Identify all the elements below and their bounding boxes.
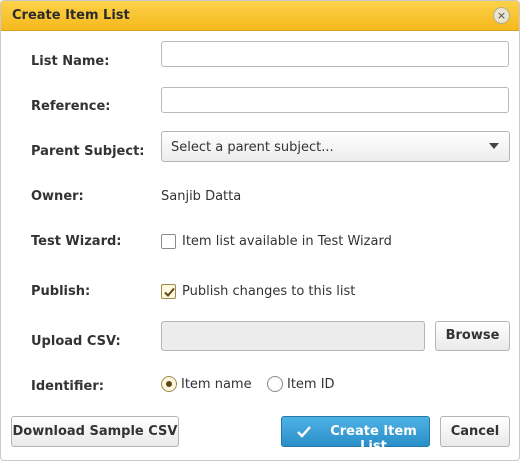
radio-selected-dot — [166, 381, 172, 387]
check-icon — [297, 426, 311, 438]
list-name-label: List Name: — [31, 54, 110, 69]
test-wizard-checkbox[interactable] — [161, 234, 176, 249]
create-item-list-dialog: Create Item List × List Name: Reference:… — [0, 0, 520, 461]
publish-label: Publish: — [31, 284, 91, 299]
parent-subject-select[interactable]: Select a parent subject... — [161, 131, 510, 162]
chevron-down-icon — [489, 143, 499, 149]
owner-label: Owner: — [31, 189, 84, 204]
dialog-title: Create Item List — [12, 8, 130, 23]
check-icon — [164, 287, 175, 297]
reference-label: Reference: — [31, 99, 111, 114]
identifier-item-name-radio[interactable] — [161, 376, 177, 392]
test-wizard-label: Test Wizard: — [31, 234, 122, 249]
publish-option-label[interactable]: Publish changes to this list — [182, 284, 355, 299]
reference-input[interactable] — [161, 87, 509, 113]
owner-value: Sanjib Datta — [161, 189, 242, 204]
parent-subject-label: Parent Subject: — [31, 144, 145, 159]
browse-button[interactable]: Browse — [435, 321, 510, 351]
test-wizard-option-label[interactable]: Item list available in Test Wizard — [182, 234, 392, 249]
close-icon[interactable]: × — [493, 7, 510, 24]
identifier-item-name-label[interactable]: Item name — [181, 377, 252, 392]
dialog-title-bar: Create Item List × — [1, 1, 519, 31]
parent-subject-selected-value: Select a parent subject... — [171, 140, 334, 155]
identifier-item-id-label[interactable]: Item ID — [287, 377, 335, 392]
list-name-input[interactable] — [161, 41, 509, 67]
create-item-list-button[interactable]: Create Item List — [281, 416, 430, 454]
upload-csv-label: Upload CSV: — [31, 334, 121, 349]
publish-checkbox[interactable] — [161, 284, 176, 299]
create-item-list-label: Create Item List — [330, 424, 417, 454]
cancel-button[interactable]: Cancel — [440, 416, 510, 447]
upload-csv-file-field[interactable] — [161, 321, 425, 351]
download-sample-csv-button[interactable]: Download Sample CSV — [11, 416, 179, 447]
identifier-item-id-radio[interactable] — [267, 376, 283, 392]
identifier-label: Identifier: — [31, 379, 104, 394]
